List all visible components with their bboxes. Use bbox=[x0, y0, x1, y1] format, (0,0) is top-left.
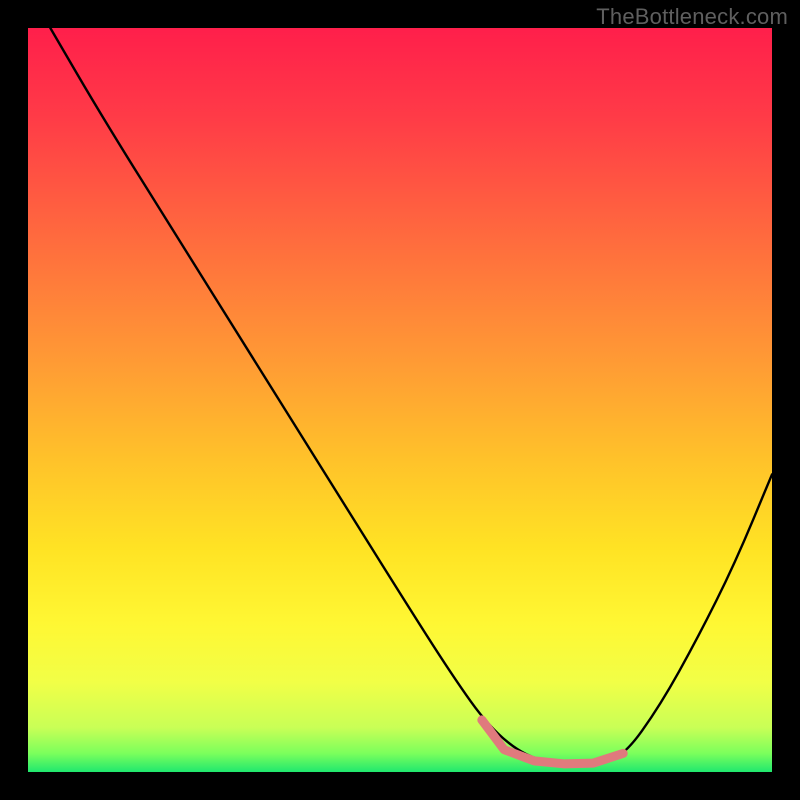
chart-container: TheBottleneck.com bbox=[0, 0, 800, 800]
plot-background bbox=[28, 28, 772, 772]
chart-svg bbox=[0, 0, 800, 800]
watermark-text: TheBottleneck.com bbox=[596, 4, 788, 30]
